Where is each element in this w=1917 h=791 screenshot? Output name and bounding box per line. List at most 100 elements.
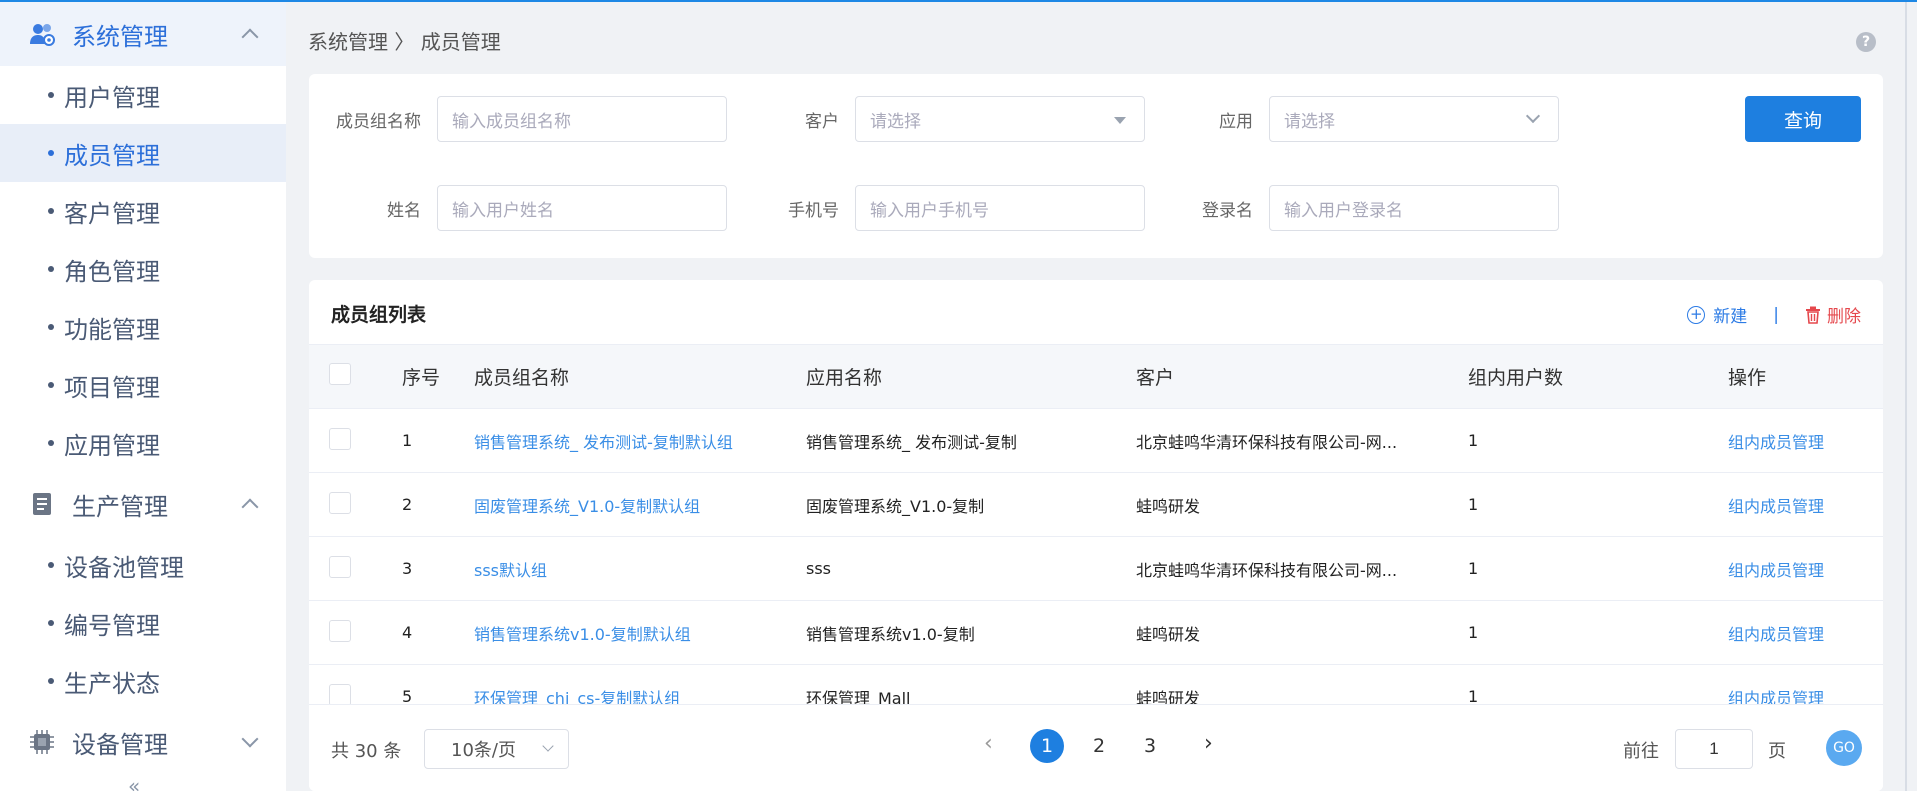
next-page-icon[interactable]: › <box>1204 731 1213 756</box>
group-name-input[interactable]: 输入成员组名称 <box>437 96 727 142</box>
sidebar-item-members[interactable]: 成员管理 <box>0 124 286 182</box>
group-name-link[interactable]: 销售管理系统v1.0-复制默认组 <box>474 601 806 665</box>
go-button[interactable]: GO <box>1826 730 1862 766</box>
customer-label: 客户 <box>805 111 839 132</box>
bullet-icon <box>48 382 54 388</box>
row-checkbox[interactable] <box>329 427 351 450</box>
sidebar-item-label: 项目管理 <box>64 373 160 402</box>
page-size-value: 10条/页 <box>451 740 516 761</box>
name-label: 姓名 <box>387 200 421 221</box>
page-size-select[interactable]: 10条/页 <box>424 729 569 769</box>
group-name-link[interactable]: 销售管理系统_ 发布测试-复制默认组 <box>474 409 806 473</box>
row-number: 1 <box>402 431 413 450</box>
bullet-icon <box>48 678 54 684</box>
phone-input[interactable]: 输入用户手机号 <box>855 185 1145 231</box>
bullet-icon <box>48 562 54 568</box>
customer-name: 北京蛙鸣华清环保科技有限公司-网... <box>1136 432 1398 452</box>
bullet-icon <box>48 440 54 446</box>
page-2-button[interactable]: 2 <box>1082 729 1116 763</box>
sidebar-item-users[interactable]: 用户管理 <box>0 66 286 124</box>
sidebar-item-roles[interactable]: 角色管理 <box>0 240 286 298</box>
chevron-down-icon <box>241 730 259 748</box>
sidebar-item-label: 功能管理 <box>64 315 160 344</box>
row-checkbox[interactable] <box>329 619 351 642</box>
sidebar-group-devices[interactable]: 设备管理 <box>0 710 286 774</box>
application-select[interactable]: 请选择 <box>1269 96 1559 142</box>
phone-placeholder: 输入用户手机号 <box>870 200 989 221</box>
row-checkbox[interactable] <box>329 491 351 514</box>
sidebar-item-label: 用户管理 <box>64 83 160 112</box>
group-name-link[interactable]: 固废管理系统_V1.0-复制默认组 <box>474 473 806 537</box>
column-header: 客户 <box>1136 367 1175 389</box>
delete-label: 删除 <box>1827 307 1861 327</box>
customer-name: 北京蛙鸣华清环保科技有限公司-网... <box>1136 560 1398 580</box>
delete-button[interactable]: 删除 <box>1805 302 1861 327</box>
customer-placeholder: 请选择 <box>870 111 921 132</box>
page-3-button[interactable]: 3 <box>1133 729 1167 763</box>
sidebar-group-system[interactable]: 系统管理 <box>0 2 286 66</box>
breadcrumb-current: 成员管理 <box>420 30 501 54</box>
login-label: 登录名 <box>1202 200 1253 221</box>
goto-page-input[interactable] <box>1675 729 1753 769</box>
sidebar-item-functions[interactable]: 功能管理 <box>0 298 286 356</box>
member-group-table-card: 成员组列表 + 新建 | 删除 序号 成员组名称 应用名称 客户 组内用户数 操… <box>309 280 1883 791</box>
group-name-link[interactable]: sss默认组 <box>474 537 806 601</box>
phone-label: 手机号 <box>788 200 839 221</box>
filter-panel: 成员组名称 输入成员组名称 客户 请选择 应用 请选择 查询 姓名 输入用户姓名… <box>309 74 1883 258</box>
manage-members-link[interactable]: 组内成员管理 <box>1728 473 1883 537</box>
manage-members-link[interactable]: 组内成员管理 <box>1728 537 1883 601</box>
sidebar-group-production[interactable]: 生产管理 <box>0 472 286 536</box>
application-label: 应用 <box>1219 111 1253 132</box>
prev-page-icon[interactable]: ‹ <box>984 731 993 756</box>
login-input[interactable]: 输入用户登录名 <box>1269 185 1559 231</box>
page-unit-label: 页 <box>1768 741 1786 762</box>
group-name-placeholder: 输入成员组名称 <box>452 111 571 132</box>
sidebar-item-label: 成员管理 <box>64 141 160 170</box>
new-button[interactable]: + 新建 <box>1687 302 1747 327</box>
collapse-sidebar-icon[interactable]: « <box>128 774 140 791</box>
total-count: 共 30 条 <box>331 741 402 762</box>
page-1-button[interactable]: 1 <box>1030 729 1064 763</box>
customer-name: 蛙鸣研发 <box>1136 624 1201 644</box>
sidebar-item-production-status[interactable]: 生产状态 <box>0 652 286 710</box>
manage-members-link[interactable]: 组内成员管理 <box>1728 409 1883 473</box>
table-row: 4 销售管理系统v1.0-复制默认组 销售管理系统v1.0-复制 蛙鸣研发 1 … <box>309 601 1883 665</box>
trash-icon <box>1806 306 1820 324</box>
help-icon[interactable]: ? <box>1856 32 1876 52</box>
login-placeholder: 输入用户登录名 <box>1284 200 1403 221</box>
breadcrumb: 系统管理 〉 成员管理 <box>308 26 501 55</box>
row-checkbox[interactable] <box>329 555 351 578</box>
sidebar-item-device-pool[interactable]: 设备池管理 <box>0 536 286 594</box>
column-header: 成员组名称 <box>474 367 570 389</box>
sidebar-item-label: 编号管理 <box>64 611 160 640</box>
sidebar-item-customers[interactable]: 客户管理 <box>0 182 286 240</box>
goto-label: 前往 <box>1623 741 1659 762</box>
table-row: 1 销售管理系统_ 发布测试-复制默认组 销售管理系统_ 发布测试-复制 北京蛙… <box>309 409 1883 473</box>
table-row: 2 固废管理系统_V1.0-复制默认组 固废管理系统_V1.0-复制 蛙鸣研发 … <box>309 473 1883 537</box>
chevron-up-icon <box>241 28 259 46</box>
breadcrumb-parent[interactable]: 系统管理 <box>308 30 388 54</box>
users-gear-icon <box>30 24 55 46</box>
chevron-down-icon <box>542 740 554 752</box>
action-separator: | <box>1773 304 1779 325</box>
sidebar-item-numbering[interactable]: 编号管理 <box>0 594 286 652</box>
sidebar-item-projects[interactable]: 项目管理 <box>0 356 286 414</box>
customer-name: 蛙鸣研发 <box>1136 496 1201 516</box>
name-input[interactable]: 输入用户姓名 <box>437 185 727 231</box>
row-checkbox[interactable] <box>329 683 351 706</box>
row-number: 2 <box>402 495 413 514</box>
bullet-icon <box>48 150 54 156</box>
column-header: 操作 <box>1728 367 1767 389</box>
select-all-checkbox[interactable] <box>329 363 351 385</box>
chevron-up-icon <box>241 498 259 516</box>
customer-select[interactable]: 请选择 <box>855 96 1145 142</box>
table-row: 3 sss默认组 sss 北京蛙鸣华清环保科技有限公司-网... 1 组内成员管… <box>309 537 1883 601</box>
app-name: sss <box>806 559 832 578</box>
plus-circle-icon: + <box>1687 305 1706 324</box>
row-number: 3 <box>402 559 413 578</box>
sidebar-item-apps[interactable]: 应用管理 <box>0 414 286 472</box>
table-header-row: 序号 成员组名称 应用名称 客户 组内用户数 操作 <box>309 344 1883 409</box>
query-button[interactable]: 查询 <box>1745 96 1861 142</box>
page-scrollbar[interactable] <box>1905 2 1907 791</box>
manage-members-link[interactable]: 组内成员管理 <box>1728 601 1883 665</box>
